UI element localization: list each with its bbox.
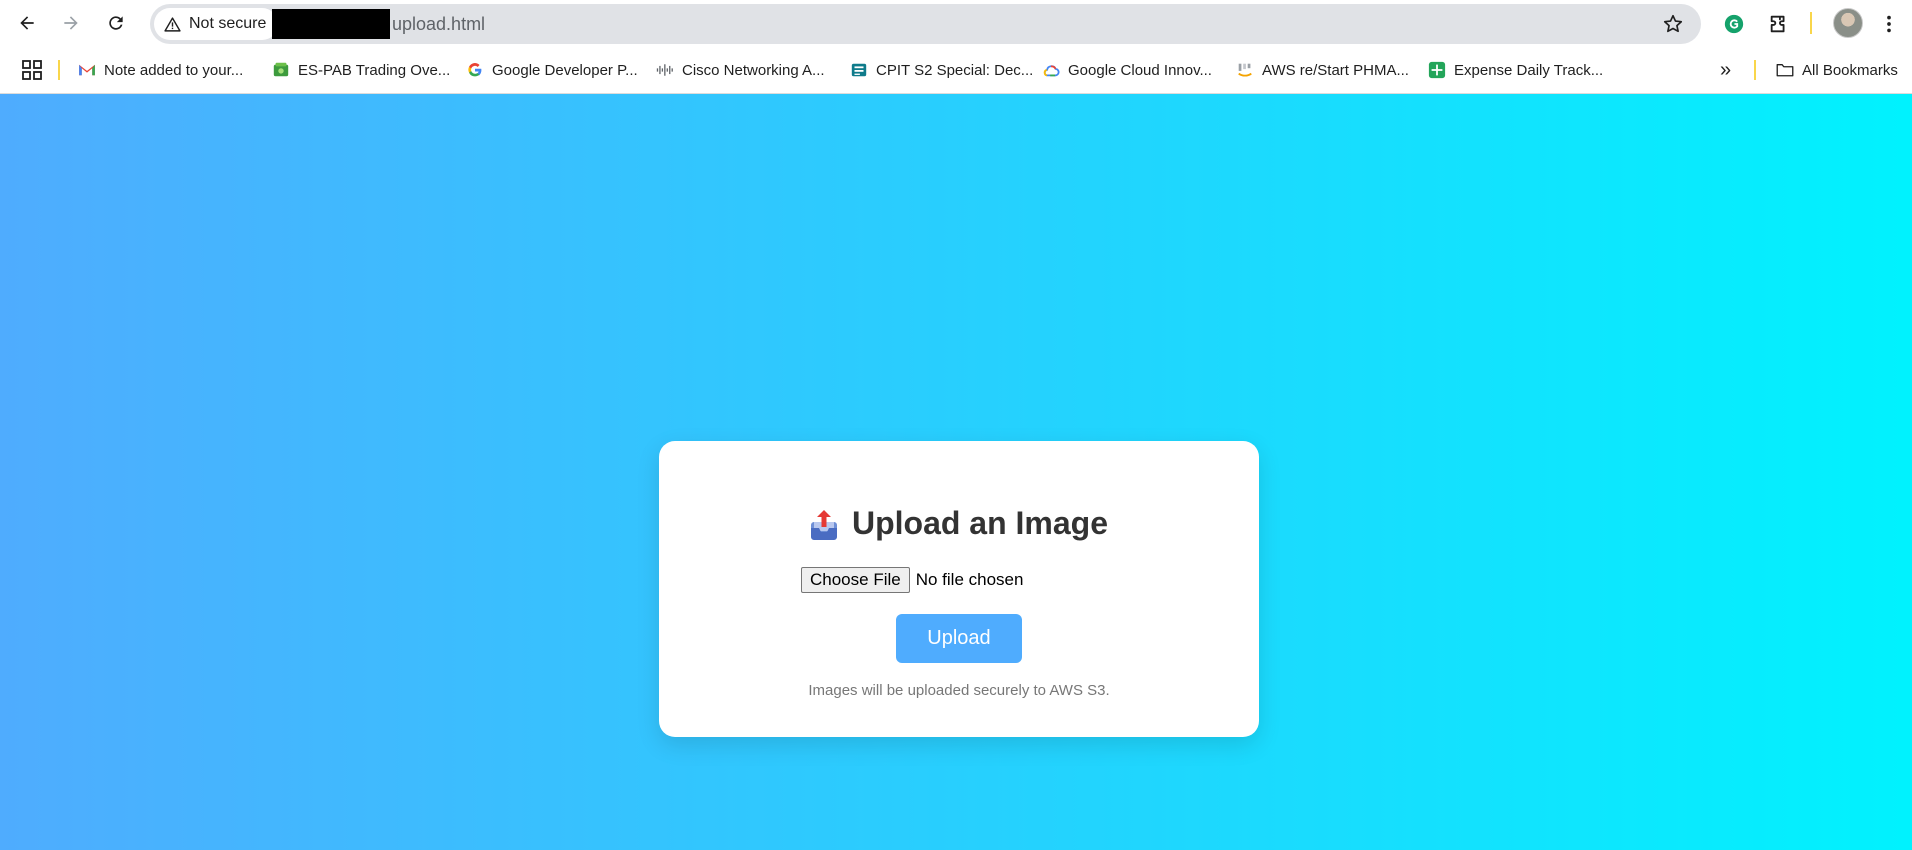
browser-menu-button[interactable] (1874, 9, 1904, 39)
choose-file-button[interactable]: Choose File (801, 567, 910, 593)
back-icon (20, 16, 34, 30)
profile-avatar[interactable] (1833, 8, 1863, 38)
url-path: upload.html (392, 13, 486, 34)
back-button[interactable] (12, 8, 42, 38)
bookmark-label: Google Cloud Innov... (1068, 61, 1212, 79)
all-bookmarks-button[interactable]: All Bookmarks (1772, 56, 1902, 84)
money-icon (272, 61, 290, 79)
upload-button[interactable]: Upload (896, 614, 1022, 663)
cloud-icon (1042, 61, 1060, 79)
apps-button[interactable] (18, 56, 46, 84)
apps-grid-icon (22, 60, 42, 80)
browser-toolbar: Not secure upload.html (0, 0, 1912, 46)
reload-button[interactable] (101, 8, 131, 38)
bookmark-label: AWS re/Start PHMA... (1262, 61, 1409, 79)
grammarly-extension[interactable] (1719, 9, 1749, 39)
reload-icon (109, 16, 123, 30)
bookmarks-divider (58, 60, 60, 80)
bookmark-item[interactable]: Google Developer P... (462, 56, 642, 84)
file-status-text: No file chosen (915, 570, 1024, 589)
file-input[interactable]: Choose File No file chosen (801, 567, 1023, 593)
bookmark-label: ES-PAB Trading Ove... (298, 61, 451, 79)
outbox-tray-icon (810, 509, 837, 540)
bookmark-label: Note added to your... (104, 61, 244, 79)
folder-icon (1776, 61, 1794, 79)
sheets-plus-icon (1428, 61, 1446, 79)
warning-icon (164, 16, 181, 32)
google-icon (466, 61, 484, 79)
bookmark-label: Google Developer P... (492, 61, 638, 79)
bookmark-label: Expense Daily Track... (1454, 61, 1604, 79)
security-chip-label: Not secure (189, 15, 267, 32)
bookmark-item[interactable]: Google Cloud Innov... (1038, 56, 1216, 84)
bookmark-label: Cisco Networking A... (682, 61, 825, 79)
upload-card: Upload an Image Choose File No file chos… (659, 441, 1259, 737)
chevron-double-right-icon: » (1720, 58, 1732, 81)
star-icon (1663, 14, 1683, 33)
extensions-icon (1770, 15, 1785, 33)
bookmark-item[interactable]: Expense Daily Track... (1424, 56, 1607, 84)
page-background: Upload an Image Choose File No file chos… (0, 94, 1912, 850)
card-heading: Upload an Image (659, 505, 1259, 542)
extensions-button[interactable] (1764, 9, 1794, 39)
gmail-icon (78, 61, 96, 79)
upload-note: Images will be uploaded securely to AWS … (808, 682, 1110, 699)
bookmark-item[interactable]: AWS re/Start PHMA... (1232, 56, 1413, 84)
all-bookmarks-label: All Bookmarks (1802, 61, 1898, 79)
bookmark-label: CPIT S2 Special: Dec... (876, 61, 1034, 79)
forward-icon (64, 16, 78, 30)
grammarly-icon (1724, 14, 1744, 34)
cisco-icon (656, 61, 674, 79)
bookmark-star-button[interactable] (1661, 12, 1685, 36)
sheet-icon (850, 61, 868, 79)
bookmarks-bar: Note added to your... ES-PAB Trading Ove… (0, 46, 1912, 94)
menu-icon (1887, 15, 1891, 33)
address-bar[interactable]: Not secure upload.html (150, 4, 1701, 44)
url-text[interactable]: upload.html (272, 4, 485, 44)
redacted-host (272, 9, 390, 39)
bookmark-item[interactable]: Note added to your... (74, 56, 247, 84)
bookmarks-overflow-button[interactable]: » (1716, 56, 1735, 84)
bookmark-item[interactable]: ES-PAB Trading Ove... (268, 56, 454, 84)
bookmark-item[interactable]: Cisco Networking A... (652, 56, 829, 84)
bookmark-item[interactable]: CPIT S2 Special: Dec... (846, 56, 1037, 84)
toolbar-divider (1810, 12, 1812, 34)
bookmarks-divider (1754, 60, 1756, 80)
aws-icon (1236, 61, 1254, 79)
forward-button[interactable] (56, 8, 86, 38)
security-chip[interactable]: Not secure (154, 8, 279, 40)
page-title: Upload an Image (851, 505, 1109, 541)
